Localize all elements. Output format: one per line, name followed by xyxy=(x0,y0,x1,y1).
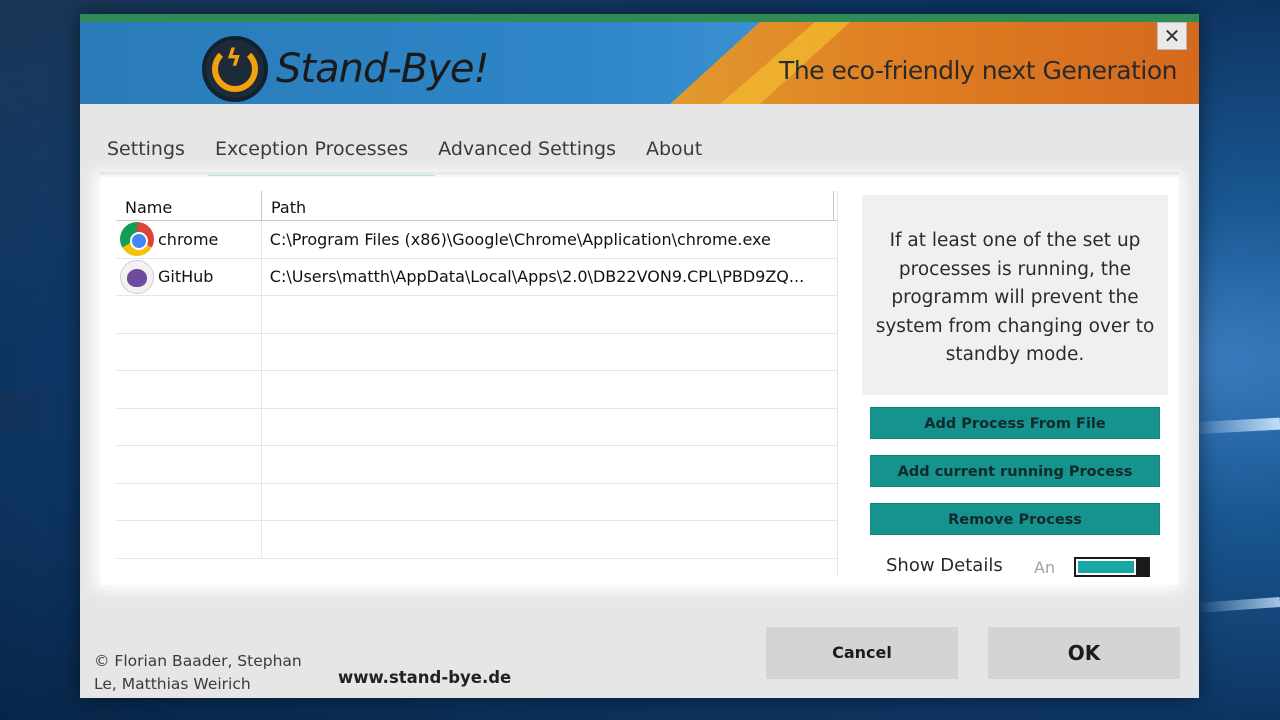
empty-table-row xyxy=(116,296,837,334)
tab-advanced-settings[interactable]: Advanced Settings xyxy=(431,136,623,176)
empty-cell xyxy=(262,521,837,558)
exception-processes-panel: Name Path chrome C:\Program Files (x86)\… xyxy=(100,177,1178,585)
toggle-thumb[interactable] xyxy=(1136,557,1150,577)
show-details-label: Show Details xyxy=(886,555,1003,576)
process-path-cell: C:\Program Files (x86)\Google\Chrome\App… xyxy=(269,229,771,249)
table-header: Name Path xyxy=(116,191,837,221)
tab-bar: Settings Exception Processes Advanced Se… xyxy=(100,136,725,176)
stand-bye-window: ϟ Stand-Bye! The eco-friendly next Gener… xyxy=(80,14,1199,698)
remove-process-button[interactable]: Remove Process xyxy=(870,503,1160,535)
column-header-name[interactable]: Name xyxy=(116,191,262,220)
process-table[interactable]: Name Path chrome C:\Program Files (x86)\… xyxy=(116,191,838,575)
empty-table-row xyxy=(116,521,837,559)
toggle-fill xyxy=(1078,561,1134,573)
process-name-cell: GitHub xyxy=(116,258,262,295)
power-logo-icon: ϟ xyxy=(202,36,268,102)
add-process-from-file-button[interactable]: Add Process From File xyxy=(870,407,1160,439)
empty-table-row xyxy=(116,446,837,484)
info-text: If at least one of the set up processes … xyxy=(862,195,1168,395)
copyright-text: © Florian Baader, Stephan Le, Matthias W… xyxy=(94,652,302,693)
table-row[interactable]: chrome C:\Program Files (x86)\Google\Chr… xyxy=(116,221,837,259)
empty-cell xyxy=(116,483,262,520)
empty-cell xyxy=(262,446,837,483)
add-running-process-button[interactable]: Add current running Process xyxy=(870,455,1160,487)
website-link[interactable]: www.stand-bye.de xyxy=(338,668,511,687)
show-details-row: Show Details An xyxy=(886,555,1166,585)
chrome-icon xyxy=(120,222,154,257)
table-row[interactable]: GitHub C:\Users\matth\AppData\Local\Apps… xyxy=(116,258,837,296)
tab-settings[interactable]: Settings xyxy=(100,136,192,176)
close-icon: ✕ xyxy=(1163,24,1181,48)
header-banner: ϟ Stand-Bye! The eco-friendly next Gener… xyxy=(80,22,1199,104)
app-title: Stand-Bye! xyxy=(276,46,490,92)
empty-table-row xyxy=(116,483,837,521)
desktop-shadow xyxy=(0,390,80,430)
process-path-cell: C:\Users\matth\AppData\Local\Apps\2.0\DB… xyxy=(269,267,805,287)
empty-cell xyxy=(262,334,837,371)
side-panel: If at least one of the set up processes … xyxy=(862,195,1168,577)
desktop-light-beam xyxy=(1194,597,1280,613)
empty-cell xyxy=(116,446,262,483)
show-details-toggle[interactable] xyxy=(1074,557,1150,577)
empty-cell xyxy=(116,333,262,370)
desktop-light-beam xyxy=(1189,417,1280,435)
ok-button[interactable]: OK xyxy=(988,627,1180,679)
empty-cell xyxy=(262,409,837,446)
close-button[interactable]: ✕ xyxy=(1157,22,1187,50)
empty-cell xyxy=(262,296,837,333)
empty-table-row xyxy=(116,371,837,409)
empty-cell xyxy=(116,408,262,445)
empty-table-row xyxy=(116,408,837,446)
empty-cell xyxy=(262,484,837,521)
cancel-button[interactable]: Cancel xyxy=(766,627,958,679)
process-name-cell: chrome xyxy=(116,221,262,258)
window-top-border xyxy=(80,14,1199,22)
process-name: GitHub xyxy=(158,267,214,287)
empty-cell xyxy=(262,371,837,408)
process-name: chrome xyxy=(158,229,219,249)
app-tagline: The eco-friendly next Generation xyxy=(779,56,1177,85)
github-icon xyxy=(120,259,154,294)
empty-cell xyxy=(116,521,262,558)
empty-table-row xyxy=(116,333,837,371)
empty-cell xyxy=(116,296,262,333)
tab-divider xyxy=(100,172,1178,175)
column-header-path[interactable]: Path xyxy=(262,191,834,220)
lightning-bolt-icon: ϟ xyxy=(226,44,242,72)
tab-about[interactable]: About xyxy=(639,136,709,176)
toggle-state-text: An xyxy=(1034,558,1056,577)
empty-cell xyxy=(116,371,262,408)
tab-exception-processes[interactable]: Exception Processes xyxy=(207,136,436,176)
